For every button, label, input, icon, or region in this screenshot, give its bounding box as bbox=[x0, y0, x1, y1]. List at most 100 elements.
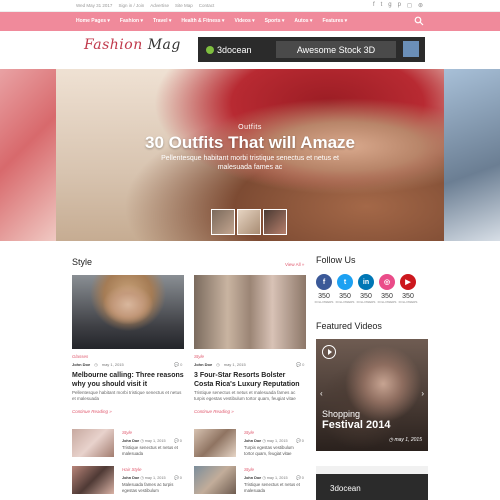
nav-sports[interactable]: Sports ▾ bbox=[265, 18, 285, 24]
twitter-icon[interactable]: t bbox=[381, 2, 383, 9]
small-post-excerpt-1[interactable]: Tristique senectus et netus et malesuada bbox=[122, 445, 182, 457]
follow-linkedin[interactable]: in 350 FOLLOWERS bbox=[356, 274, 376, 304]
follow-dribbble[interactable]: ◎ 350 FOLLOWERS bbox=[377, 274, 397, 304]
site-logo[interactable]: Fashion Mag bbox=[84, 37, 181, 53]
linkedin-icon[interactable]: in bbox=[358, 274, 374, 290]
small-post-author-1[interactable]: John Doe bbox=[122, 439, 139, 443]
small-post-image-4[interactable] bbox=[194, 466, 236, 494]
banner2-brand: 3docean bbox=[330, 484, 361, 493]
googleplus-icon[interactable]: g bbox=[388, 2, 391, 9]
video-title[interactable]: Shopping Festival 2014 bbox=[322, 409, 391, 431]
slide-thumb-2[interactable] bbox=[237, 209, 261, 235]
small-post-meta-3: John Doe ◷ may 1, 2015 bbox=[122, 476, 166, 480]
facebook-icon[interactable]: f bbox=[373, 2, 375, 9]
post-title-1[interactable]: Melbourne calling: Three reasons why you… bbox=[72, 372, 184, 389]
follow-facebook[interactable]: f 350 FOLLOWERS bbox=[315, 274, 333, 304]
post-title-2[interactable]: 3 Four-Star Resorts Bolster Costa Rica's… bbox=[194, 372, 306, 389]
follow-twitter[interactable]: t 350 FOLLOWERS bbox=[336, 274, 354, 304]
slide-subtitle: Pellentesque habitant morbi tristique se… bbox=[161, 155, 339, 171]
small-post-excerpt-2[interactable]: Turpis egestas vestibulum tortor quam, f… bbox=[244, 445, 304, 457]
linkedin-label: FOLLOWERS bbox=[356, 300, 376, 304]
slide-category[interactable]: Outfits bbox=[56, 124, 444, 131]
post-author-2[interactable]: John Doe bbox=[194, 362, 212, 367]
slide-thumb-1[interactable] bbox=[211, 209, 235, 235]
nav-health[interactable]: Health & Fitness ▾ bbox=[181, 18, 224, 24]
small-post-category-4[interactable]: Style bbox=[244, 467, 254, 472]
banner2-top-strip bbox=[316, 466, 428, 474]
logo-part2: Mag bbox=[147, 37, 181, 53]
slide-title[interactable]: 30 Outfits That will Amaze bbox=[56, 133, 444, 153]
small-post-excerpt-4[interactable]: Tristique senectus et netus et malesuada bbox=[244, 482, 304, 494]
rss-icon[interactable]: ⊛ bbox=[418, 2, 423, 9]
top-links: Wed May 31 2017 Sign in / Join Advertise… bbox=[76, 3, 214, 8]
post-comments-1[interactable]: 💬 0 bbox=[174, 362, 182, 367]
prev-slide-image[interactable] bbox=[0, 69, 56, 241]
nav-fashion[interactable]: Fashion ▾ bbox=[120, 18, 143, 24]
twitter-icon[interactable]: t bbox=[337, 274, 353, 290]
style-section-title: Style bbox=[72, 257, 93, 267]
nav-features[interactable]: Features ▾ bbox=[322, 18, 347, 24]
date-text: Wed May 31 2017 bbox=[76, 3, 113, 8]
dribbble-label: FOLLOWERS bbox=[377, 300, 397, 304]
chevron-left-icon[interactable]: ‹ bbox=[320, 389, 323, 398]
pinterest-icon[interactable]: p bbox=[398, 2, 401, 9]
post-author-1[interactable]: John Doe bbox=[72, 362, 90, 367]
instagram-icon[interactable]: ◻ bbox=[407, 2, 412, 9]
slide-thumb-3[interactable] bbox=[263, 209, 287, 235]
banner-brand: 3docean bbox=[206, 45, 252, 55]
youtube-count: 350 bbox=[402, 293, 414, 300]
slide-thumbnails bbox=[211, 209, 287, 235]
dribbble-icon[interactable]: ◎ bbox=[379, 274, 395, 290]
main-slide-image[interactable]: Outfits 30 Outfits That will Amaze Pelle… bbox=[56, 69, 444, 241]
read-more-1[interactable]: Continue Reading » bbox=[72, 409, 112, 414]
small-post-author-2[interactable]: John Doe bbox=[244, 439, 261, 443]
chevron-right-icon[interactable]: › bbox=[421, 389, 424, 398]
linkedin-count: 350 bbox=[360, 293, 372, 300]
facebook-icon[interactable]: f bbox=[316, 274, 332, 290]
post-date-2: may 1, 2015 bbox=[223, 362, 246, 367]
header-banner-ad[interactable]: 3docean Awesome Stock 3D bbox=[198, 37, 425, 62]
sidebar-banner-ad[interactable]: 3docean bbox=[316, 466, 428, 500]
link-signin[interactable]: Sign in / Join bbox=[118, 3, 144, 8]
nav-videos[interactable]: Videos ▾ bbox=[234, 18, 254, 24]
youtube-label: FOLLOWERS bbox=[398, 300, 418, 304]
link-sitemap[interactable]: Site Map bbox=[175, 3, 193, 8]
small-post-comments-4[interactable]: 💬 0 bbox=[296, 475, 304, 480]
small-post-category-1[interactable]: Style bbox=[122, 430, 132, 435]
small-post-category-2[interactable]: Style bbox=[244, 430, 254, 435]
small-post-image-1[interactable] bbox=[72, 429, 114, 457]
small-post-meta-2: John Doe ◷ may 1, 2015 bbox=[244, 439, 288, 443]
search-icon[interactable] bbox=[414, 16, 424, 26]
small-post-date-1: may 1, 2015 bbox=[144, 439, 166, 443]
follow-youtube[interactable]: ▶ 350 FOLLOWERS bbox=[398, 274, 418, 304]
small-post-comments-1[interactable]: 💬 0 bbox=[174, 438, 182, 443]
nav-autos[interactable]: Autos ▾ bbox=[294, 18, 312, 24]
small-post-author-3[interactable]: John Doe bbox=[122, 476, 139, 480]
read-more-2[interactable]: Continue Reading » bbox=[194, 409, 234, 414]
post-excerpt-2: Tristique senectus et netus et malesuada… bbox=[194, 390, 296, 401]
play-icon[interactable] bbox=[322, 345, 336, 359]
small-post-excerpt-3[interactable]: Malesuada fames ac turpis egestas vestib… bbox=[122, 482, 182, 494]
post-image-2[interactable] bbox=[194, 275, 306, 349]
nav-home[interactable]: Home Pages ▾ bbox=[76, 18, 110, 24]
small-post-category-3[interactable]: Hair Style bbox=[122, 467, 142, 472]
post-category-1[interactable]: Glasses bbox=[72, 354, 88, 359]
nav-travel[interactable]: Travel ▾ bbox=[153, 18, 171, 24]
featured-video[interactable]: ‹ › Shopping Festival 2014 ◷ may 1, 2015 bbox=[316, 339, 428, 451]
clock-icon: ◷ bbox=[216, 362, 220, 367]
youtube-icon[interactable]: ▶ bbox=[400, 274, 416, 290]
small-post-author-4[interactable]: John Doe bbox=[244, 476, 261, 480]
small-post-image-2[interactable] bbox=[194, 429, 236, 457]
small-comment-count-2: 0 bbox=[301, 439, 304, 443]
post-image-1[interactable] bbox=[72, 275, 184, 349]
post-category-2[interactable]: Style bbox=[194, 354, 204, 359]
featured-videos-title: Featured Videos bbox=[316, 321, 382, 331]
next-slide-image[interactable] bbox=[444, 69, 500, 241]
small-post-comments-3[interactable]: 💬 0 bbox=[174, 475, 182, 480]
link-contact[interactable]: Contact bbox=[199, 3, 215, 8]
small-post-image-3[interactable] bbox=[72, 466, 114, 494]
small-post-comments-2[interactable]: 💬 0 bbox=[296, 438, 304, 443]
view-all-link[interactable]: View All » bbox=[285, 262, 304, 267]
link-advertise[interactable]: Advertise bbox=[150, 3, 169, 8]
post-comments-2[interactable]: 💬 0 bbox=[296, 362, 304, 367]
